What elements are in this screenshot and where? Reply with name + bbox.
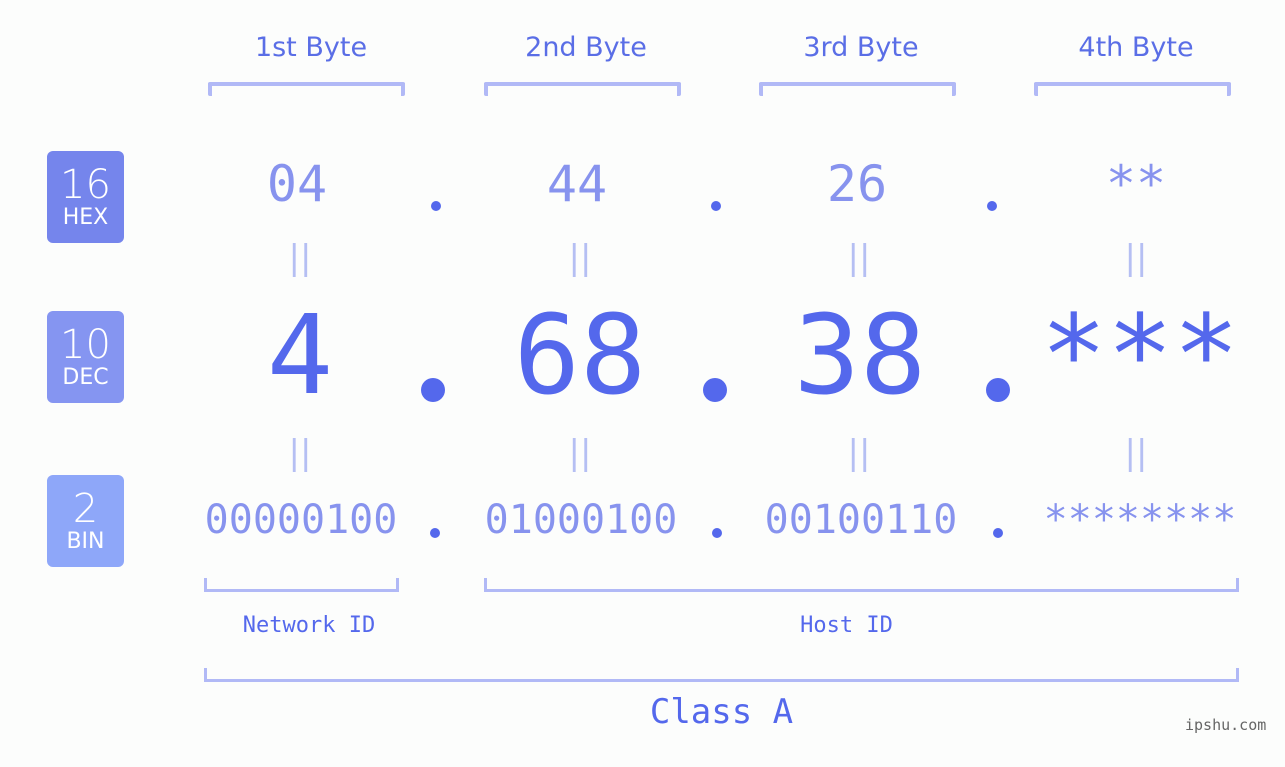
equals-icon: || bbox=[568, 238, 592, 278]
bin-badge: 2 BIN bbox=[47, 475, 124, 567]
equals-icon: || bbox=[568, 433, 592, 473]
hex-badge-base: 16 bbox=[60, 162, 111, 208]
dec-byte-4: *** bbox=[1040, 291, 1240, 419]
class-bracket bbox=[204, 668, 1239, 682]
watermark: ipshu.com bbox=[1185, 716, 1267, 734]
hex-badge: 16 HEX bbox=[47, 151, 124, 243]
host-id-bracket bbox=[484, 578, 1239, 592]
network-id-label: Network ID bbox=[242, 613, 376, 638]
byte-bracket-1 bbox=[208, 82, 405, 96]
dec-byte-1: 4 bbox=[266, 291, 334, 419]
bin-byte-1: 00000100 bbox=[204, 497, 398, 543]
dec-separator-dot bbox=[986, 378, 1010, 402]
bin-byte-2: 01000100 bbox=[484, 497, 678, 543]
bin-badge-base: 2 bbox=[72, 486, 99, 532]
host-id-label: Host ID bbox=[800, 613, 893, 638]
dec-byte-3: 38 bbox=[793, 291, 927, 419]
equals-icon: || bbox=[288, 433, 312, 473]
hex-byte-2: 44 bbox=[546, 155, 608, 213]
equals-icon: || bbox=[847, 433, 871, 473]
bin-badge-name: BIN bbox=[66, 529, 105, 554]
bin-separator-dot bbox=[993, 528, 1003, 538]
column-header-4: 4th Byte bbox=[1078, 32, 1194, 63]
bin-separator-dot bbox=[430, 528, 440, 538]
dec-badge-base: 10 bbox=[60, 322, 111, 368]
column-header-3: 3rd Byte bbox=[803, 32, 919, 63]
dec-separator-dot bbox=[703, 378, 727, 402]
column-header-1: 1st Byte bbox=[254, 32, 368, 63]
byte-bracket-4 bbox=[1034, 82, 1231, 96]
hex-byte-4: ** bbox=[1105, 155, 1167, 213]
byte-bracket-3 bbox=[759, 82, 956, 96]
hex-byte-3: 26 bbox=[826, 155, 888, 213]
equals-icon: || bbox=[1124, 238, 1148, 278]
network-id-bracket bbox=[204, 578, 399, 592]
bin-byte-4: ******** bbox=[1043, 497, 1237, 543]
dec-badge-name: DEC bbox=[62, 365, 109, 390]
hex-separator-dot bbox=[987, 201, 997, 211]
equals-icon: || bbox=[1124, 433, 1148, 473]
hex-separator-dot bbox=[431, 201, 441, 211]
hex-badge-name: HEX bbox=[62, 205, 109, 230]
bin-separator-dot bbox=[712, 528, 722, 538]
hex-byte-1: 04 bbox=[266, 155, 328, 213]
column-header-2: 2nd Byte bbox=[525, 32, 647, 63]
byte-bracket-2 bbox=[484, 82, 681, 96]
dec-separator-dot bbox=[421, 378, 445, 402]
bin-byte-3: 00100110 bbox=[764, 497, 958, 543]
dec-badge: 10 DEC bbox=[47, 311, 124, 403]
equals-icon: || bbox=[847, 238, 871, 278]
dec-byte-2: 68 bbox=[513, 291, 647, 419]
equals-icon: || bbox=[288, 238, 312, 278]
class-label: Class A bbox=[649, 692, 794, 732]
hex-separator-dot bbox=[711, 201, 721, 211]
